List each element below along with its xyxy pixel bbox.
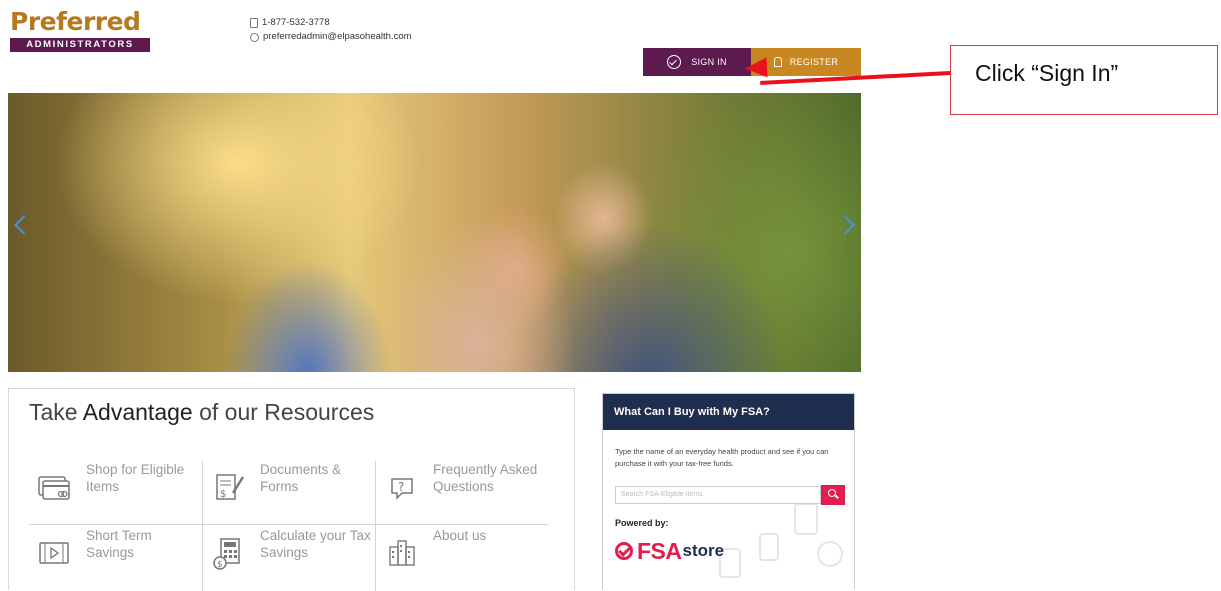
resource-short-term-savings[interactable]: Short Term Savings bbox=[29, 527, 201, 587]
fsa-brand-text: FSA bbox=[637, 537, 682, 564]
resource-faq[interactable]: ? Frequently Asked Questions bbox=[376, 461, 548, 521]
resource-calculate-tax-savings[interactable]: $ Calculate your Tax Savings bbox=[203, 527, 375, 587]
svg-text:?: ? bbox=[398, 480, 404, 494]
sign-in-button[interactable]: SIGN IN bbox=[643, 48, 751, 76]
resource-label: Documents & Forms bbox=[260, 462, 342, 494]
question-bubble-icon: ? bbox=[391, 478, 413, 500]
resources-title: Take Advantage of our Resources bbox=[29, 399, 375, 425]
calculator-icon: $ bbox=[213, 538, 240, 570]
search-icon bbox=[828, 489, 836, 497]
fsa-store-widget: What Can I Buy with My FSA? Type the nam… bbox=[602, 393, 855, 590]
phone-row: 1-877-532-3778 bbox=[250, 16, 412, 30]
divider-horizontal bbox=[29, 524, 548, 525]
annotation-arrow-head bbox=[744, 57, 768, 79]
contact-info: 1-877-532-3778 preferredadmin@elpasoheal… bbox=[250, 16, 412, 44]
store-brand-text: store bbox=[682, 541, 725, 560]
fsa-search-input[interactable]: Search FSA-Eligible Items bbox=[615, 486, 821, 504]
check-circle-icon bbox=[667, 55, 682, 69]
phone-icon bbox=[250, 18, 258, 28]
resource-label: About us bbox=[433, 528, 487, 543]
sign-in-label: SIGN IN bbox=[691, 57, 727, 67]
email-address[interactable]: preferredadmin@elpasohealth.com bbox=[263, 30, 412, 44]
powered-by-label: Powered by: bbox=[615, 518, 669, 528]
resource-about-us[interactable]: About us bbox=[376, 527, 548, 587]
resource-documents-forms[interactable]: $ Documents & Forms bbox=[203, 461, 375, 521]
register-icon bbox=[773, 57, 782, 67]
building-icon bbox=[389, 540, 415, 566]
email-icon bbox=[250, 32, 259, 42]
register-button[interactable]: REGISTER bbox=[751, 48, 861, 76]
email-row: preferredadmin@elpasohealth.com bbox=[250, 30, 412, 44]
video-play-icon bbox=[39, 542, 69, 564]
svg-text:$: $ bbox=[220, 489, 226, 500]
fsa-widget-description: Type the name of an everyday health prod… bbox=[615, 447, 829, 468]
resources-panel: Take Advantage of our Resources Shop for… bbox=[8, 388, 575, 591]
resource-label: Short Term Savings bbox=[86, 528, 152, 560]
fsa-widget-heading: What Can I Buy with My FSA? bbox=[603, 394, 854, 430]
credit-card-icon bbox=[38, 476, 70, 500]
document-pen-icon: $ bbox=[216, 474, 245, 500]
resource-shop-eligible-items[interactable]: Shop for Eligible Items bbox=[29, 461, 201, 521]
annotation-callout: Click “Sign In” bbox=[950, 45, 1218, 115]
fsa-search-button[interactable] bbox=[821, 485, 845, 505]
fsa-check-icon bbox=[615, 542, 633, 560]
preferred-administrators-logo[interactable]: Preferred ADMINISTRATORS bbox=[10, 8, 152, 52]
carousel-next-button[interactable] bbox=[835, 215, 855, 240]
resource-label: Frequently Asked Questions bbox=[433, 462, 538, 494]
resource-label: Shop for Eligible Items bbox=[86, 462, 185, 494]
logo-tagline: ADMINISTRATORS bbox=[10, 38, 150, 52]
chevron-left-icon bbox=[14, 215, 34, 235]
hero-carousel-image bbox=[8, 93, 861, 372]
resource-label: Calculate your Tax Savings bbox=[260, 528, 371, 560]
svg-text:$: $ bbox=[217, 560, 223, 570]
register-label: REGISTER bbox=[789, 57, 839, 67]
fsa-store-logo[interactable]: FSA store bbox=[615, 536, 724, 566]
chevron-right-icon bbox=[835, 215, 855, 235]
phone-number[interactable]: 1-877-532-3778 bbox=[262, 16, 330, 30]
logo-wordmark: Preferred bbox=[10, 7, 141, 36]
carousel-prev-button[interactable] bbox=[12, 215, 34, 240]
